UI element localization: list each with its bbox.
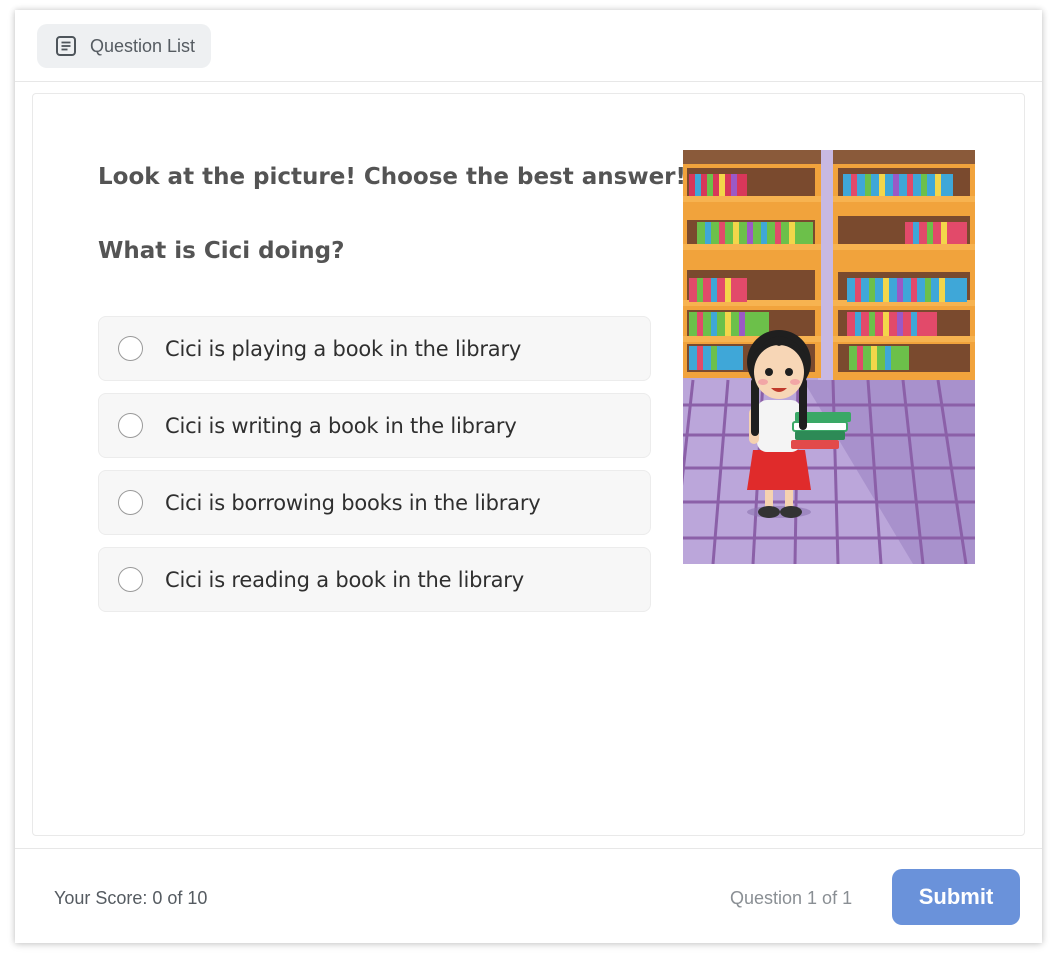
answer-option-label: Cici is writing a book in the library <box>165 413 517 438</box>
question-illustration <box>683 150 975 564</box>
answer-option-label: Cici is reading a book in the library <box>165 567 524 592</box>
radio-button[interactable] <box>118 567 143 592</box>
answer-option[interactable]: Cici is writing a book in the library <box>98 393 651 458</box>
answer-option[interactable]: Cici is reading a book in the library <box>98 547 651 612</box>
top-bar: Question List <box>15 10 1042 82</box>
answer-options: Cici is playing a book in the library Ci… <box>98 316 651 624</box>
answer-option-label: Cici is borrowing books in the library <box>165 490 541 515</box>
answer-option-label: Cici is playing a book in the library <box>165 336 522 361</box>
question-list-label: Question List <box>90 35 196 56</box>
score-display: Your Score: 0 of 10 <box>54 888 208 908</box>
question-list-button[interactable]: Question List <box>37 24 212 68</box>
footer-bar: Your Score: 0 of 10 Question 1 of 1 Subm… <box>15 848 1042 944</box>
answer-option[interactable]: Cici is playing a book in the library <box>98 316 651 381</box>
quiz-window: Question List Look at the picture! Choos… <box>15 10 1042 943</box>
list-document-icon <box>55 35 77 57</box>
radio-button[interactable] <box>118 336 143 361</box>
radio-button[interactable] <box>118 490 143 515</box>
question-prompt: What is Cici doing? <box>98 238 345 264</box>
question-card: Look at the picture! Choose the best ans… <box>32 93 1025 836</box>
question-counter: Question 1 of 1 <box>730 888 853 908</box>
answer-option[interactable]: Cici is borrowing books in the library <box>98 470 651 535</box>
radio-button[interactable] <box>118 413 143 438</box>
submit-button[interactable]: Submit <box>892 869 1020 925</box>
question-instruction: Look at the picture! Choose the best ans… <box>98 164 686 190</box>
